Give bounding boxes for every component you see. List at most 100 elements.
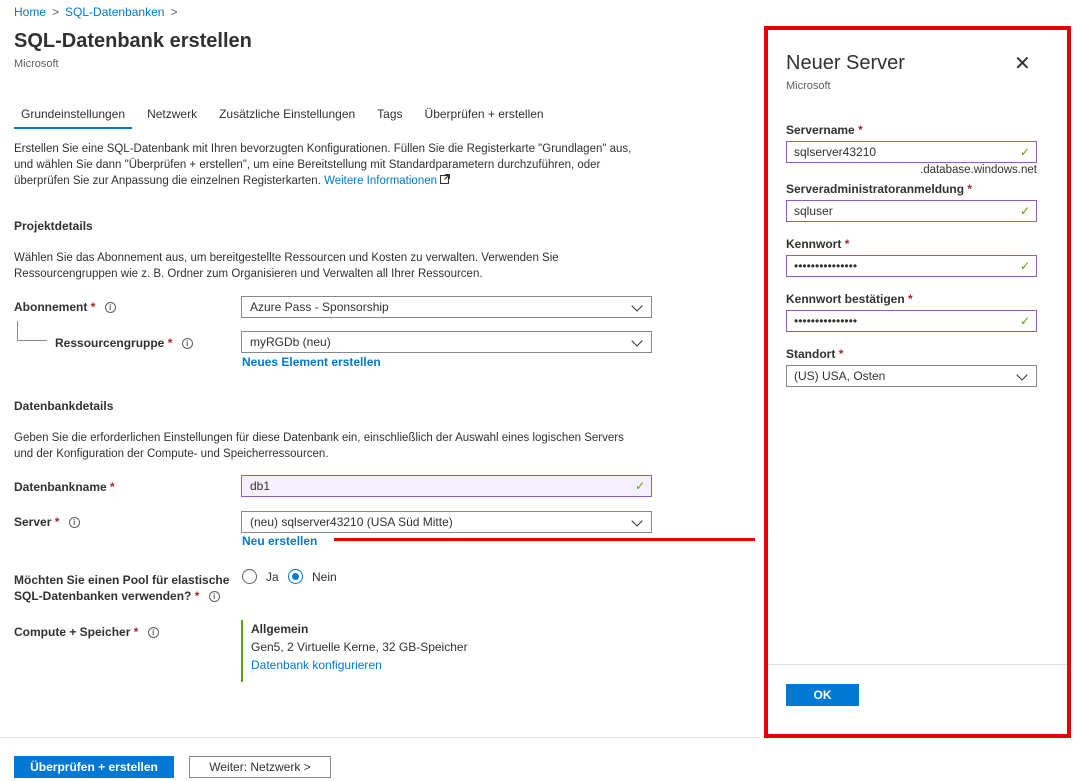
server-select[interactable]: (neu) sqlserver43210 (USA Süd Mitte) [241,511,652,533]
location-select[interactable]: (US) USA, Osten [786,365,1037,387]
check-icon: ✓ [1019,259,1030,273]
learn-more-link[interactable]: Weitere Informationen [324,175,437,187]
chevron-down-icon [631,335,643,347]
password-label-text: Kennwort [786,237,842,251]
page-subtitle: Microsoft [14,58,59,70]
required-asterisk: * [967,182,973,196]
database-name-value: db1 [250,479,271,493]
configure-database-link[interactable]: Datenbank konfigurieren [251,656,468,674]
tab-review-create[interactable]: Überprüfen + erstellen [418,100,551,129]
admin-login-label-text: Serveradministratoranmeldung [786,182,965,196]
password-input[interactable]: ••••••••••••••• ✓ [786,255,1037,277]
admin-login-input[interactable]: sqluser ✓ [786,200,1037,222]
create-new-resource-group-link[interactable]: Neues Element erstellen [242,355,381,369]
compute-storage-label-text: Compute + Speicher [14,625,131,639]
project-details-heading: Projektdetails [14,219,93,233]
info-icon[interactable]: i [68,517,80,529]
chevron-down-icon [631,515,643,527]
subscription-select[interactable]: Azure Pass - Sponsorship [241,296,652,318]
admin-login-label: Serveradministratoranmeldung * [786,182,972,196]
resource-group-label-text: Ressourcengruppe [55,336,165,350]
elastic-pool-no-radio[interactable] [288,569,303,584]
location-label-text: Standort [786,347,836,361]
subscription-label: Abonnement * i [14,300,116,314]
elastic-pool-yes-radio[interactable] [242,569,257,584]
required-asterisk: * [133,625,139,639]
compute-detail: Gen5, 2 Virtuelle Kerne, 32 GB-Speicher [251,640,468,654]
intro-description: Erstellen Sie eine SQL-Datenbank mit Ihr… [14,143,632,188]
servername-label-text: Servername [786,123,855,137]
panel-title: Neuer Server [786,52,905,74]
chevron-down-icon [631,300,643,312]
breadcrumb-sql-databases[interactable]: SQL-Datenbanken [65,5,164,19]
tab-tags[interactable]: Tags [370,100,409,129]
external-link-icon [440,173,451,189]
admin-login-value: sqluser [794,204,833,218]
elastic-pool-no-label: Nein [312,570,337,584]
confirm-password-input[interactable]: ••••••••••••••• ✓ [786,310,1037,332]
confirm-password-value: ••••••••••••••• [794,314,858,328]
check-icon: ✓ [1019,204,1030,218]
highlight-connector-line [334,538,755,541]
create-new-server-link[interactable]: Neu erstellen [242,534,317,548]
info-icon[interactable]: i [181,338,193,350]
required-asterisk: * [194,589,200,603]
required-asterisk: * [858,123,863,137]
database-name-input[interactable]: db1 ✓ [241,475,652,497]
location-label: Standort * [786,347,843,361]
page-title: SQL-Datenbank erstellen [14,30,252,52]
breadcrumb: Home > SQL-Datenbanken > [14,5,183,19]
footer-divider [0,737,760,738]
required-asterisk: * [54,515,60,529]
compute-tier: Allgemein [251,622,309,636]
tree-connector [17,340,47,341]
password-label: Kennwort * [786,237,849,251]
resource-group-select[interactable]: myRGDb (neu) [241,331,652,353]
database-details-description: Geben Sie die erforderlichen Einstellung… [14,432,624,460]
database-name-label-text: Datenbankname [14,480,107,494]
check-icon: ✓ [1019,145,1030,159]
tab-basics[interactable]: Grundeinstellungen [14,100,133,129]
subscription-label-text: Abonnement [14,300,88,314]
required-asterisk: * [110,480,115,494]
check-icon: ✓ [1019,314,1030,328]
breadcrumb-home[interactable]: Home [14,5,46,19]
tab-additional-settings[interactable]: Zusätzliche Einstellungen [212,100,362,129]
check-icon: ✓ [634,479,645,493]
servername-value: sqlserver43210 [794,145,877,159]
panel-footer-divider [768,664,1067,665]
tab-bar: Grundeinstellungen Netzwerk Zusätzliche … [14,100,559,129]
confirm-password-label-text: Kennwort bestätigen [786,292,905,306]
info-icon[interactable]: i [208,591,220,603]
password-value: ••••••••••••••• [794,259,858,273]
database-name-label: Datenbankname * [14,480,115,494]
breadcrumb-separator: > [170,5,178,19]
database-details-heading: Datenbankdetails [14,399,114,413]
domain-suffix: .database.windows.net [920,164,1037,176]
close-icon[interactable]: ✕ [1014,54,1031,74]
required-asterisk: * [844,237,850,251]
resource-group-value: myRGDb (neu) [250,335,331,349]
tab-networking[interactable]: Netzwerk [140,100,204,129]
servername-input[interactable]: sqlserver43210 ✓ [786,141,1037,163]
required-asterisk: * [167,336,173,350]
required-asterisk: * [838,347,844,361]
panel-subtitle: Microsoft [786,80,831,92]
info-icon[interactable]: i [147,627,159,639]
servername-label: Servername * [786,123,863,137]
review-create-button[interactable]: Überprüfen + erstellen [14,756,174,778]
elastic-pool-label-line1: Möchten Sie einen Pool für elastische [14,573,230,587]
next-networking-button[interactable]: Weiter: Netzwerk > [189,756,331,778]
location-value: (US) USA, Osten [794,369,886,383]
info-icon[interactable]: i [104,302,116,314]
chevron-down-icon [1016,369,1028,381]
intro-text: Erstellen Sie eine SQL-Datenbank mit Ihr… [14,141,644,189]
required-asterisk: * [90,300,96,314]
compute-storage-summary: Allgemein Gen5, 2 Virtuelle Kerne, 32 GB… [241,620,468,682]
server-label-text: Server [14,515,52,529]
breadcrumb-separator: > [52,5,60,19]
subscription-value: Azure Pass - Sponsorship [250,300,389,314]
required-asterisk: * [908,292,913,306]
elastic-pool-label: Möchten Sie einen Pool für elastische SQ… [14,572,229,604]
ok-button[interactable]: OK [786,684,859,706]
